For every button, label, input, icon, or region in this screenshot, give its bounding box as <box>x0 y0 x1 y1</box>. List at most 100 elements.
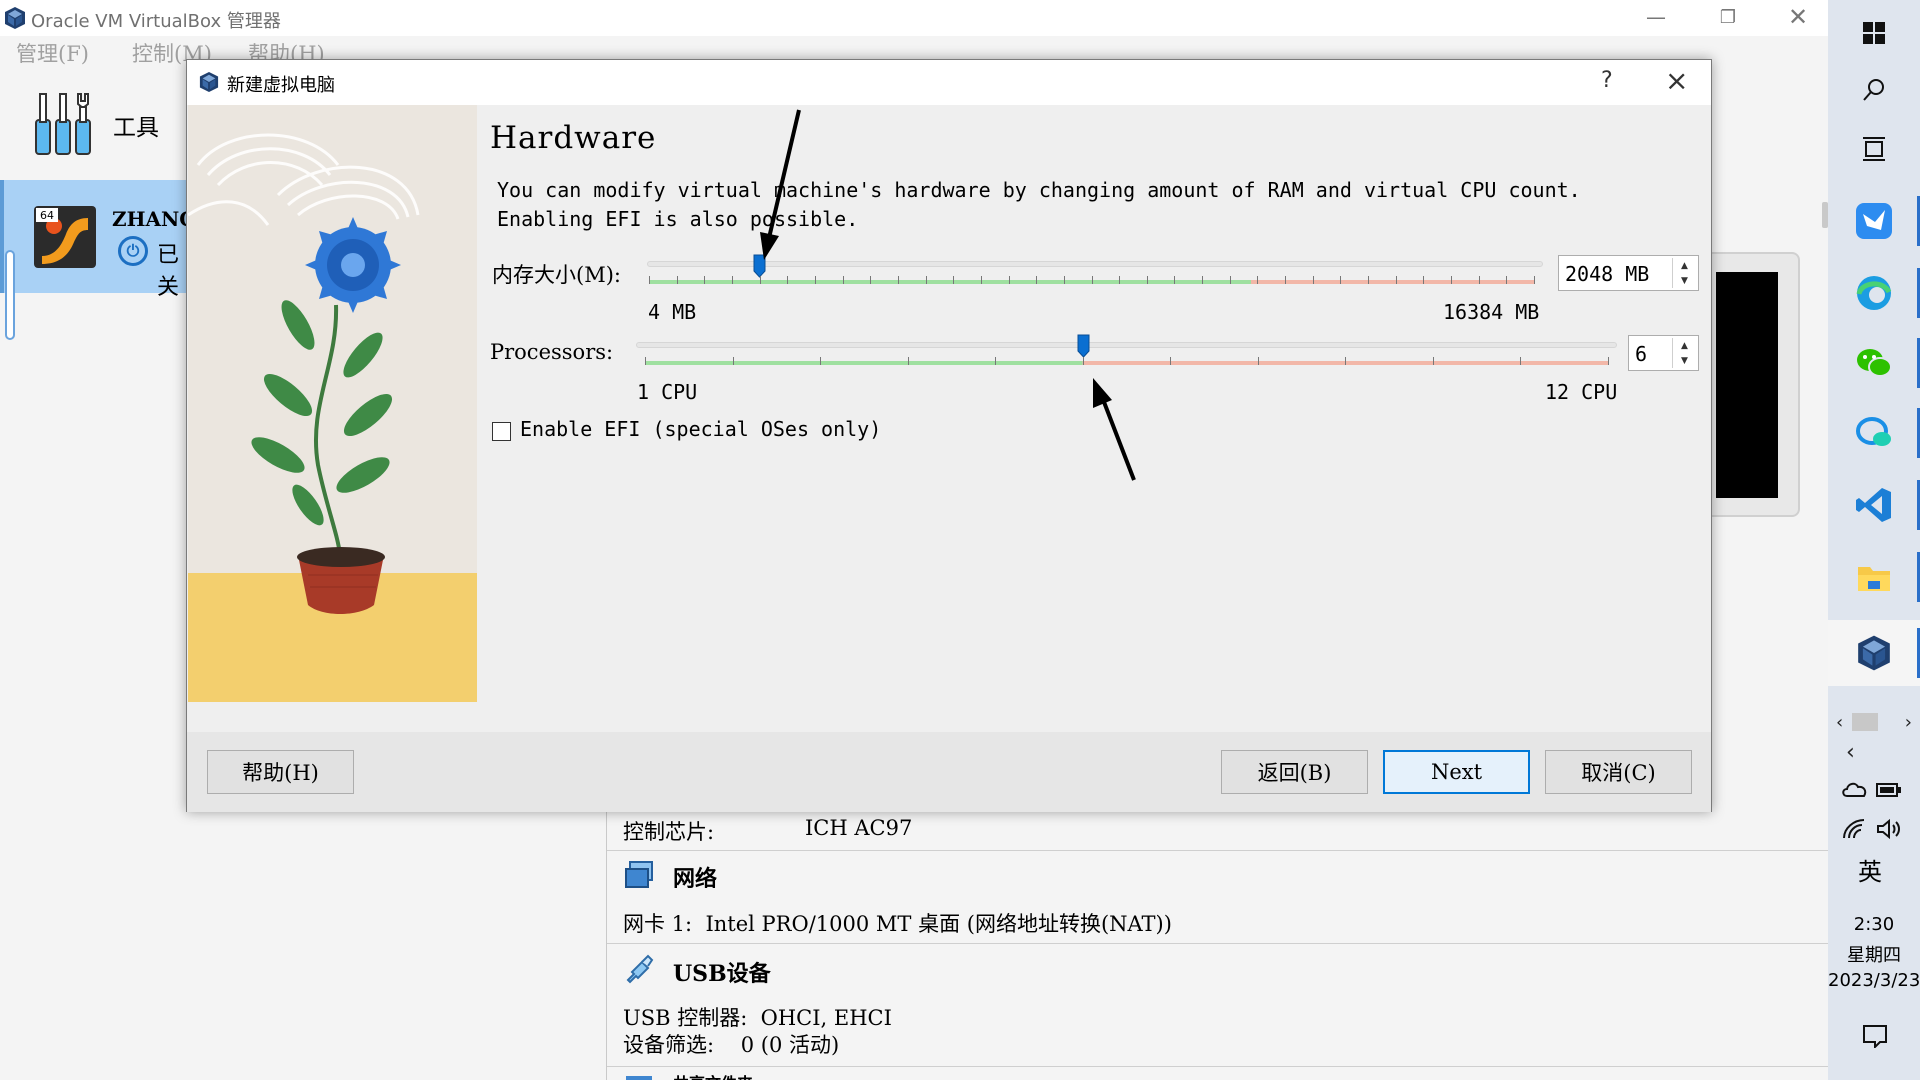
slider-tick <box>1368 276 1370 284</box>
battery-icon[interactable] <box>1876 782 1902 798</box>
slider-tick <box>1063 276 1065 284</box>
task-view-button[interactable] <box>1828 116 1920 182</box>
close-window-button[interactable]: ✕ <box>1768 2 1828 32</box>
main-titlebar: Oracle VM VirtualBox 管理器 — ❐ ✕ <box>0 0 1828 36</box>
folder-icon <box>1858 567 1890 591</box>
usb-section-title[interactable]: USB设备 <box>673 956 771 988</box>
slider-tick <box>1432 357 1434 365</box>
memory-spinbox-value[interactable]: 2048 MB <box>1565 262 1649 286</box>
clock-time[interactable]: 2:30 <box>1828 914 1920 935</box>
slider-tick <box>1082 357 1084 365</box>
edge-browser-icon <box>1856 276 1892 310</box>
slider-tick <box>645 357 646 365</box>
virtualbox-logo-icon <box>199 72 219 92</box>
chat-app-icon <box>1856 417 1891 446</box>
processors-slider-scale <box>645 361 1608 365</box>
search-button[interactable] <box>1828 57 1920 123</box>
main-window-title: Oracle VM VirtualBox 管理器 <box>31 11 281 32</box>
search-icon <box>1863 79 1884 101</box>
dialog-button-bar: 帮助(H) 返回(B) Next 取消(C) <box>187 732 1711 812</box>
slider-tick <box>1534 276 1535 284</box>
slider-tick <box>1257 276 1259 284</box>
taskbar-virtualbox[interactable] <box>1828 620 1920 686</box>
help-button[interactable]: 帮助(H) <box>207 750 354 794</box>
vm-details-panel: 控制芯片: ICH AC97 网络 网卡 1: Intel PRO/1000 M… <box>606 808 1829 1080</box>
slider-tick <box>1423 276 1425 284</box>
network-adapter-line: 网卡 1: Intel PRO/1000 MT 桌面 (网络地址转换(NAT)) <box>623 912 1172 936</box>
back-button[interactable]: 返回(B) <box>1221 750 1368 794</box>
dialog-close-button[interactable]: × <box>1665 64 1688 97</box>
minimize-button[interactable]: — <box>1626 2 1686 32</box>
slider-tick <box>897 276 899 284</box>
slider-tick <box>1312 276 1314 284</box>
vm-list-scrollbar[interactable] <box>5 250 15 340</box>
processors-spinbox-value[interactable]: 6 <box>1635 342 1647 366</box>
slider-tick <box>820 357 822 365</box>
memory-slider-track[interactable] <box>647 261 1543 267</box>
taskbar-file-explorer[interactable] <box>1828 544 1920 610</box>
context-help-button[interactable]: ? <box>1601 68 1613 93</box>
slider-tick <box>1478 276 1480 284</box>
processors-slider-track[interactable] <box>636 342 1617 348</box>
slider-tick <box>870 276 872 284</box>
tools-label: 工具 <box>113 115 159 141</box>
slider-tick <box>759 276 761 284</box>
spin-up-icon[interactable]: ▲ <box>1673 338 1696 353</box>
processors-slider-handle[interactable] <box>1077 334 1090 358</box>
slider-tick <box>953 276 955 284</box>
processors-label: Processors: <box>490 340 614 364</box>
slider-tick <box>676 276 678 284</box>
shared-folders-section-title[interactable]: 共享文件夹 <box>673 1070 753 1080</box>
vm-arch-badge: 64 <box>40 209 54 222</box>
taskbar-chat[interactable] <box>1828 400 1920 466</box>
slider-tick <box>1451 276 1453 284</box>
chevron-right-icon[interactable]: › <box>1905 712 1912 733</box>
spin-up-icon[interactable]: ▲ <box>1673 258 1696 273</box>
tools-icon <box>35 93 91 155</box>
slider-tick <box>1202 276 1204 284</box>
input-method-indicator[interactable]: 英 <box>1858 852 1882 887</box>
processors-min-label: 1 CPU <box>637 380 698 404</box>
virtualbox-app-icon <box>1858 635 1890 671</box>
taskbar-feishu[interactable] <box>1828 188 1920 254</box>
cancel-button[interactable]: 取消(C) <box>1545 750 1692 794</box>
spin-down-icon[interactable]: ▼ <box>1673 353 1696 368</box>
vscode-app-icon <box>1856 488 1891 522</box>
slider-tick <box>995 357 997 365</box>
restore-button[interactable]: ❐ <box>1698 2 1758 32</box>
onedrive-cloud-icon[interactable] <box>1842 780 1868 798</box>
memory-max-label: 16384 MB <box>1443 300 1540 324</box>
show-hidden-icons-icon[interactable]: ‹ <box>1846 740 1855 765</box>
taskbar-wechat[interactable] <box>1828 330 1920 396</box>
notification-center-icon[interactable] <box>1862 1024 1888 1048</box>
processors-spinbox[interactable]: 6 ▲ ▼ <box>1628 335 1699 371</box>
clock-date[interactable]: 2023/3/23 <box>1828 970 1920 991</box>
taskbar-vscode[interactable] <box>1828 472 1920 538</box>
memory-spinbox[interactable]: 2048 MB ▲ ▼ <box>1558 255 1699 291</box>
slider-tick <box>1091 276 1093 284</box>
volume-icon[interactable] <box>1876 818 1902 840</box>
section-divider <box>607 1066 1829 1067</box>
page-heading: Hardware <box>490 120 657 156</box>
dialog-titlebar: 新建虚拟电脑 ? × <box>187 60 1711 105</box>
clock-weekday[interactable]: 星期四 <box>1828 941 1920 967</box>
enable-efi-label[interactable]: Enable EFI (special OSes only) <box>520 417 881 441</box>
arrow-to-processors-slider <box>1093 378 1136 481</box>
network-section-title[interactable]: 网络 <box>673 861 717 893</box>
shared-folder-icon <box>626 1076 652 1080</box>
memory-slider-handle[interactable] <box>753 254 766 278</box>
slider-tick <box>787 276 789 284</box>
next-button[interactable]: Next <box>1383 750 1530 794</box>
vm-list-item[interactable]: 64 ZHANGY ⏻ 已关 <box>0 180 211 300</box>
taskbar-scroll-thumb[interactable] <box>1852 713 1878 731</box>
tools-item[interactable]: 工具 <box>0 70 190 180</box>
menu-manage[interactable]: 管理(F) <box>16 38 89 68</box>
section-divider <box>607 943 1829 944</box>
taskbar-edge[interactable] <box>1828 260 1920 326</box>
processors-max-label: 12 CPU <box>1545 380 1618 404</box>
wifi-icon[interactable] <box>1842 818 1868 840</box>
enable-efi-checkbox[interactable] <box>492 422 511 441</box>
slider-tick <box>1008 276 1010 284</box>
spin-down-icon[interactable]: ▼ <box>1673 273 1696 288</box>
chevron-left-icon[interactable]: ‹ <box>1836 712 1843 733</box>
